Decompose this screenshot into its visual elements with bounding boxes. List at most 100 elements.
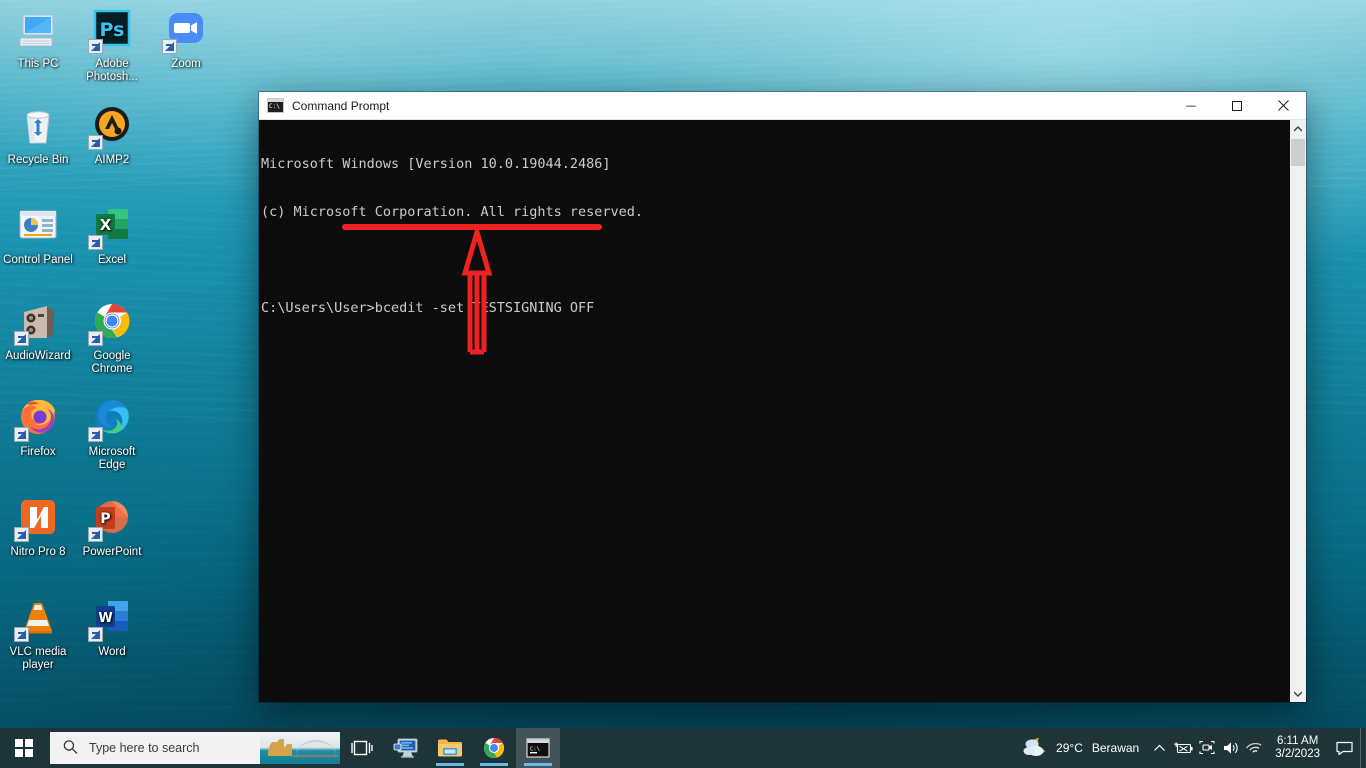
shortcut-overlay-icon	[88, 527, 103, 542]
scroll-down-button[interactable]	[1290, 685, 1306, 702]
desktop-icon-label: PowerPoint	[82, 546, 142, 558]
audiowizard-icon	[14, 298, 62, 346]
search-placeholder-text: Type here to search	[89, 741, 200, 755]
search-highlight-thumbnail[interactable]	[260, 732, 340, 764]
desktop-icon-label: Google Chrome	[91, 350, 133, 375]
scrollbar-thumb[interactable]	[1291, 139, 1305, 166]
google-chrome-icon	[484, 738, 504, 758]
word-icon: W	[88, 594, 136, 642]
action-center-button[interactable]	[1328, 728, 1360, 768]
desktop-icon-label: VLC media player	[9, 646, 67, 671]
desktop-icon-label: Adobe Photosh...	[86, 58, 138, 83]
desktop-icon-google-chrome[interactable]: Google Chrome	[74, 298, 150, 376]
close-icon	[1277, 100, 1289, 111]
desktop-icon-label: This PC	[17, 58, 59, 70]
volume-icon[interactable]	[1219, 728, 1243, 768]
taskbar: Type here to search C:\ 29°C Berawan 6:1…	[0, 728, 1366, 768]
desktop-icon-adobe-photoshop[interactable]: Ps Adobe Photosh...	[74, 6, 150, 84]
desktop-icon-vlc-media-player[interactable]: VLC media player	[0, 594, 76, 672]
recycle-bin-icon	[14, 102, 62, 150]
window-titlebar[interactable]: Command Prompt —	[259, 92, 1306, 120]
task-view-icon	[351, 740, 373, 756]
show-hidden-icons-button[interactable]	[1147, 728, 1171, 768]
command-prompt-window[interactable]: Command Prompt — Microsoft Windows [Vers…	[259, 92, 1306, 702]
microsoft-edge-icon	[88, 394, 136, 442]
shortcut-overlay-icon	[14, 427, 29, 442]
search-input[interactable]: Type here to search	[50, 732, 340, 764]
running-indicator	[436, 763, 464, 766]
partly-cloudy-night-icon	[1023, 736, 1049, 761]
desktop-icon-word[interactable]: W Word	[74, 594, 150, 659]
clock-time: 6:11 AM	[1276, 735, 1319, 747]
wifi-icon[interactable]	[1243, 728, 1267, 768]
desktop-icon-this-pc[interactable]: This PC	[0, 6, 76, 71]
window-title: Command Prompt	[292, 98, 390, 113]
svg-text:P: P	[100, 511, 110, 527]
close-button[interactable]	[1260, 92, 1306, 120]
windows-logo-icon	[15, 739, 33, 757]
svg-text:C:\: C:\	[530, 747, 540, 753]
show-desktop-button[interactable]	[1360, 728, 1366, 768]
desktop-icon-firefox[interactable]: Firefox	[0, 394, 76, 459]
chevron-down-icon	[1294, 691, 1302, 697]
nitro-pro-icon	[14, 494, 62, 542]
file-explorer-icon	[438, 739, 462, 757]
desktop-icon-label: AudioWizard	[5, 350, 71, 362]
remote-desktop-button[interactable]	[384, 728, 428, 768]
scroll-up-button[interactable]	[1290, 120, 1306, 137]
zoom-icon	[162, 6, 210, 54]
control-panel-icon	[14, 202, 62, 250]
maximize-icon	[1232, 100, 1242, 111]
running-indicator	[480, 763, 508, 766]
desktop-icon-powerpoint[interactable]: P PowerPoint	[74, 494, 150, 559]
system-tray: 29°C Berawan 6:11 AM 3/2/2023	[1017, 728, 1366, 768]
firefox-icon	[14, 394, 62, 442]
search-icon	[60, 736, 83, 759]
desktop-icon-zoom[interactable]: Zoom	[148, 6, 224, 71]
webcam-icon	[1199, 740, 1215, 755]
minimize-button[interactable]: —	[1168, 92, 1214, 120]
desktop-icon-label: Excel	[97, 254, 127, 266]
maximize-button[interactable]	[1214, 92, 1260, 120]
shortcut-overlay-icon	[88, 39, 103, 54]
desktop-icon-label: Firefox	[20, 446, 56, 458]
console-body[interactable]: Microsoft Windows [Version 10.0.19044.24…	[259, 120, 1306, 702]
desktop-icon-aimp2[interactable]: AIMP2	[74, 102, 150, 167]
start-button[interactable]	[0, 728, 48, 768]
console-scrollbar[interactable]	[1289, 120, 1306, 702]
console-line: C:\Users\User>bcedit -set TESTSIGNING OF…	[261, 300, 595, 316]
command-prompt-icon	[267, 98, 284, 113]
shortcut-overlay-icon	[88, 135, 103, 150]
svg-text:Ps: Ps	[100, 19, 125, 41]
shortcut-overlay-icon	[88, 627, 103, 642]
shortcut-overlay-icon	[14, 331, 29, 346]
action-center-icon	[1335, 741, 1353, 755]
console-output[interactable]: Microsoft Windows [Version 10.0.19044.24…	[259, 120, 1289, 702]
desktop-icon-recycle-bin[interactable]: Recycle Bin	[0, 102, 76, 167]
file-explorer-button[interactable]	[428, 728, 472, 768]
shortcut-overlay-icon	[14, 527, 29, 542]
desktop-icon-control-panel[interactable]: Control Panel	[0, 202, 76, 267]
weather-condition: Berawan	[1091, 741, 1140, 755]
desktop-icon-label: Zoom	[171, 58, 201, 70]
desktop-icon-label: AIMP2	[94, 154, 130, 166]
weather-temperature: 29°C	[1056, 741, 1083, 755]
desktop-icon-label: Microsoft Edge	[88, 446, 136, 471]
desktop-icon-excel[interactable]: X Excel	[74, 202, 150, 267]
desktop-icon-nitro-pro[interactable]: Nitro Pro 8	[0, 494, 76, 559]
desktop-icon-microsoft-edge[interactable]: Microsoft Edge	[74, 394, 150, 472]
weather-widget[interactable]: 29°C Berawan	[1017, 728, 1147, 768]
command-prompt-icon: C:\	[526, 738, 550, 758]
command-prompt-button[interactable]: C:\	[516, 728, 560, 768]
battery-charging-icon[interactable]	[1171, 728, 1195, 768]
task-view-button[interactable]	[340, 728, 384, 768]
google-chrome-button[interactable]	[472, 728, 516, 768]
clock-date: 3/2/2023	[1275, 748, 1320, 760]
powerpoint-icon: P	[88, 494, 136, 542]
shortcut-overlay-icon	[88, 331, 103, 346]
chevron-up-icon	[1153, 744, 1165, 751]
chevron-up-icon	[1294, 125, 1302, 131]
clock[interactable]: 6:11 AM 3/2/2023	[1267, 728, 1328, 768]
desktop-icon-audiowizard[interactable]: AudioWizard	[0, 298, 76, 363]
webcam-icon[interactable]	[1195, 728, 1219, 768]
